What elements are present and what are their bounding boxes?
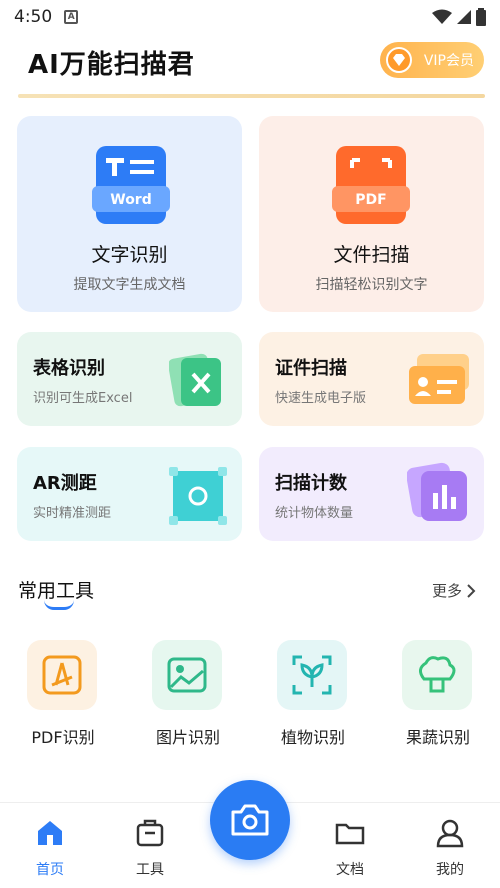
image-icon: [167, 657, 207, 693]
app-header: AI万能扫描君 VIP会员: [0, 34, 500, 98]
ar-measure-icon: [169, 467, 227, 525]
tool-icon-box: [152, 640, 222, 710]
card-subtitle: 快速生成电子版: [275, 391, 367, 406]
chevron-right-icon: [467, 583, 476, 598]
user-icon: [436, 819, 464, 848]
tool-icon-box: [402, 640, 472, 710]
tool-label: PDF识别: [31, 728, 95, 747]
card-subtitle: 统计物体数量: [275, 506, 354, 521]
card-title: 文件扫描: [333, 244, 410, 266]
header-banner-strip: [18, 94, 485, 98]
word-badge-text: Word: [110, 192, 152, 208]
card-title: AR测距: [33, 473, 97, 494]
nav-label: 文档: [336, 862, 364, 878]
tool-icon-box: [277, 640, 347, 710]
app-title: AI万能扫描君: [28, 50, 195, 80]
wifi-icon: [432, 9, 452, 24]
section-title: 常用工具: [18, 580, 95, 602]
card-subtitle: 识别可生成Excel: [33, 391, 133, 406]
tool-label: 植物识别: [280, 728, 345, 747]
status-bar: 4:50 A: [0, 0, 500, 34]
more-label: 更多: [431, 582, 462, 600]
card-text-recognition[interactable]: Word 文字识别 提取文字生成文档: [17, 116, 242, 312]
card-subtitle: 扫描轻松识别文字: [315, 277, 428, 293]
card-ar-measure[interactable]: AR测距 实时精准测距: [17, 447, 242, 541]
card-subtitle: 实时精准测距: [33, 506, 112, 521]
tool-image-recognition[interactable]: 图片识别: [133, 640, 243, 750]
nav-label: 首页: [36, 862, 64, 878]
tool-label: 果蔬识别: [405, 728, 470, 747]
tool-icon-box: [27, 640, 97, 710]
notification-icon: A: [64, 10, 79, 24]
nav-label: 工具: [136, 862, 164, 878]
card-subtitle: 提取文字生成文档: [73, 277, 186, 293]
nav-label: 我的: [436, 862, 464, 878]
status-indicators: [432, 8, 486, 26]
diamond-icon: [386, 47, 412, 73]
excel-icon: [169, 353, 221, 407]
folder-icon: [335, 823, 365, 845]
camera-button[interactable]: [210, 780, 290, 860]
tool-vegetable-recognition[interactable]: 果蔬识别: [383, 640, 493, 750]
bar-chart-icon: [407, 462, 467, 521]
status-time: 4:50: [14, 7, 53, 27]
word-doc-icon: Word: [92, 146, 170, 224]
more-link[interactable]: 更多: [432, 580, 476, 601]
tool-pdf-recognition[interactable]: PDF识别: [8, 640, 118, 750]
toolbox-icon: [136, 819, 164, 847]
section-underline: [44, 600, 74, 610]
pdf-doc-icon: PDF: [332, 146, 410, 224]
vip-button[interactable]: VIP会员: [380, 42, 484, 78]
pdf-badge-text: PDF: [355, 192, 386, 208]
card-table-recognition[interactable]: 表格识别 识别可生成Excel: [17, 332, 242, 426]
id-card-icon: [409, 354, 469, 404]
battery-icon: [476, 8, 486, 26]
nav-item-tools[interactable]: 工具: [120, 817, 180, 881]
card-title: 表格识别: [33, 358, 105, 379]
card-scan-count[interactable]: 扫描计数 统计物体数量: [259, 447, 484, 541]
signal-icon: [457, 10, 471, 24]
card-title: 文字识别: [91, 244, 168, 266]
plant-icon: [292, 655, 332, 695]
nav-item-documents[interactable]: 文档: [320, 817, 380, 881]
home-icon: [38, 821, 62, 845]
nav-item-profile[interactable]: 我的: [420, 817, 480, 881]
pdf-icon: [42, 655, 82, 695]
vegetable-icon: [419, 656, 456, 693]
card-title: 扫描计数: [275, 473, 347, 494]
vip-label: VIP会员: [423, 53, 474, 69]
card-file-scan[interactable]: PDF 文件扫描 扫描轻松识别文字: [259, 116, 484, 312]
nav-item-home[interactable]: 首页: [20, 817, 80, 881]
card-id-scan[interactable]: 证件扫描 快速生成电子版: [259, 332, 484, 426]
card-title: 证件扫描: [275, 358, 347, 379]
tool-plant-recognition[interactable]: 植物识别: [258, 640, 368, 750]
camera-icon: [231, 804, 269, 836]
tool-label: 图片识别: [155, 728, 220, 747]
